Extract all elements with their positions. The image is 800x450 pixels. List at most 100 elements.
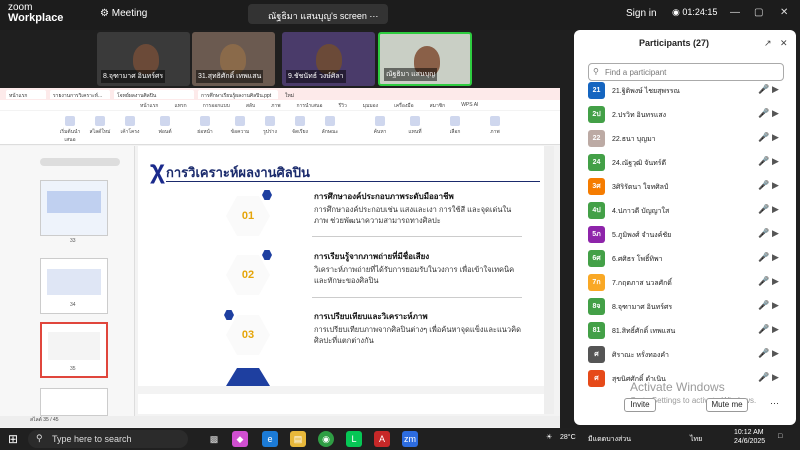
participant-row[interactable]: 3ศ 3ศิริรัตนา ใจทศิลป์ 🎤 ▶ bbox=[588, 178, 788, 198]
chrome-icon[interactable]: ◉ bbox=[318, 431, 334, 447]
mic-muted-icon[interactable]: 🎤 bbox=[758, 108, 769, 119]
mic-muted-icon[interactable]: 🎤 bbox=[758, 300, 769, 311]
menu-item[interactable]: มุมมอง bbox=[363, 102, 378, 110]
camera-icon[interactable]: ▶ bbox=[772, 300, 779, 311]
menu-item[interactable]: หน้าแรก bbox=[140, 102, 158, 110]
participant-row[interactable]: 5ภ 5.ภูมิพงศ์ จำนงค์ชัย 🎤 ▶ bbox=[588, 226, 788, 246]
invite-button[interactable]: Invite bbox=[624, 398, 656, 412]
scrollbar[interactable] bbox=[544, 146, 554, 414]
camera-icon[interactable]: ▶ bbox=[772, 228, 779, 239]
language-indicator[interactable]: ไทย bbox=[690, 434, 702, 445]
browser-tab[interactable]: โจทย์ผลงานศิลปิน bbox=[114, 90, 194, 99]
ribbon-button[interactable]: เค้าโครง bbox=[115, 116, 145, 140]
screen-share-indicator[interactable]: ณัฐธิมา แสนบุญ's screen ⋯ bbox=[248, 4, 388, 24]
windows-start-icon[interactable]: ⊞ bbox=[8, 432, 18, 446]
video-tile[interactable]: 8.จุฑามาศ อินทร์ศร bbox=[97, 32, 190, 86]
edge-icon[interactable]: e bbox=[262, 431, 278, 447]
participant-row[interactable]: 2ป 2.ปรวิท อินทรแสง 🎤 ▶ bbox=[588, 106, 788, 126]
sign-in-button[interactable]: Sign in bbox=[626, 8, 657, 19]
more-options-icon[interactable]: ⋯ bbox=[770, 398, 779, 409]
browser-tab[interactable]: รายงานการวิเคราะห์... bbox=[50, 90, 110, 99]
camera-icon[interactable]: ▶ bbox=[772, 348, 779, 359]
menu-item[interactable]: รีวิว bbox=[338, 102, 346, 110]
participant-row[interactable]: 24 24.ณัฐวุฒิ จันทร์ดี 🎤 ▶ bbox=[588, 154, 788, 174]
participant-row[interactable]: 8จ 8.จุฑามาศ อินทร์ศร 🎤 ▶ bbox=[588, 298, 788, 318]
camera-icon[interactable]: ▶ bbox=[772, 180, 779, 191]
task-view-icon[interactable]: ▩ bbox=[206, 431, 222, 447]
maximize-icon[interactable]: ▢ bbox=[754, 7, 763, 18]
menu-item[interactable]: WPS AI bbox=[461, 102, 478, 110]
weather-icon[interactable]: ☀ bbox=[546, 433, 552, 441]
popout-icon[interactable]: ↗ bbox=[764, 38, 772, 49]
clock-time[interactable]: 10:12 AM bbox=[734, 429, 764, 436]
new-tab[interactable]: ใหม่ bbox=[282, 90, 322, 99]
ribbon-button[interactable]: เลือก bbox=[440, 116, 470, 140]
pdf-icon[interactable]: A bbox=[374, 431, 390, 447]
zoom-slider[interactable] bbox=[40, 158, 120, 166]
ribbon-button[interactable]: ข้อความ bbox=[225, 116, 255, 140]
menu-item[interactable]: ภาพ bbox=[271, 102, 280, 110]
camera-icon[interactable]: ▶ bbox=[772, 156, 779, 167]
participant-search-input[interactable]: ⚲ Find a participant bbox=[588, 63, 784, 81]
ribbon-button[interactable]: ฟอนต์ bbox=[150, 116, 180, 140]
close-icon[interactable]: ✕ bbox=[780, 7, 788, 18]
mic-muted-icon[interactable]: 🎤 bbox=[758, 156, 769, 167]
copilot-icon[interactable]: ◆ bbox=[232, 431, 248, 447]
video-tile[interactable]: 31.สุทธิศักดิ์ เทพแสน bbox=[192, 32, 275, 86]
camera-icon[interactable]: ▶ bbox=[772, 204, 779, 215]
video-tile[interactable]: 9.ชัชนัทธ์ วงษ์ศิลา bbox=[282, 32, 375, 86]
mic-muted-icon[interactable]: 🎤 bbox=[758, 252, 769, 263]
mic-muted-icon[interactable]: 🎤 bbox=[758, 324, 769, 335]
notification-icon[interactable]: □ bbox=[778, 433, 782, 440]
camera-icon[interactable]: ▶ bbox=[772, 108, 779, 119]
slide-thumbnail[interactable] bbox=[40, 388, 108, 416]
participant-row[interactable]: 21 21.ฐิติพงษ์ ไชยสุพรรณ 🎤 ▶ bbox=[588, 82, 788, 102]
participant-row[interactable]: 7ก 7.กฤตภาส นวลศักดิ์ 🎤 ▶ bbox=[588, 274, 788, 294]
camera-icon[interactable]: ▶ bbox=[772, 276, 779, 287]
mic-muted-icon[interactable]: 🎤 bbox=[758, 132, 769, 143]
camera-icon[interactable]: ▶ bbox=[772, 132, 779, 143]
zoom-app-icon[interactable]: zm bbox=[402, 431, 418, 447]
ribbon-button[interactable]: แทนที่ bbox=[400, 116, 430, 140]
close-panel-icon[interactable]: ✕ bbox=[780, 38, 788, 49]
camera-icon[interactable]: ▶ bbox=[772, 324, 779, 335]
camera-icon[interactable]: ▶ bbox=[772, 372, 779, 383]
menu-item[interactable]: แทรก bbox=[174, 102, 186, 110]
participant-row[interactable]: ศ ศิราณะ หรั่งทองคำ 🎤 ▶ bbox=[588, 346, 788, 366]
menu-item[interactable]: เครื่องมือ bbox=[394, 102, 413, 110]
line-icon[interactable]: L bbox=[346, 431, 362, 447]
mic-muted-icon[interactable]: 🎤 bbox=[758, 180, 769, 191]
menu-item[interactable]: การนำเสนอ bbox=[297, 102, 323, 110]
mic-muted-icon[interactable]: 🎤 bbox=[758, 84, 769, 95]
ribbon-button[interactable]: ภาพ bbox=[480, 116, 510, 140]
ribbon-button[interactable]: ย่อหน้า bbox=[190, 116, 220, 140]
browser-tab[interactable]: หน้าแรก bbox=[6, 90, 46, 99]
file-explorer-icon[interactable]: ▤ bbox=[290, 431, 306, 447]
mute-me-button[interactable]: Mute me bbox=[706, 398, 748, 412]
ribbon-button[interactable]: เริ่มต้นนำเสนอ bbox=[55, 116, 85, 143]
menu-item[interactable]: สมาชิก bbox=[430, 102, 446, 110]
menu-item[interactable]: สลับ bbox=[246, 102, 255, 110]
slide-thumbnail[interactable] bbox=[40, 180, 108, 236]
clock-date[interactable]: 24/6/2025 bbox=[734, 438, 765, 445]
mic-muted-icon[interactable]: 🎤 bbox=[758, 276, 769, 287]
browser-tab-active[interactable]: การศึกษาเรียนรู้ผลงานศิลปิน.ppt bbox=[198, 90, 278, 99]
mic-muted-icon[interactable]: 🎤 bbox=[758, 204, 769, 215]
ribbon-button[interactable]: ลักษณะ bbox=[315, 116, 345, 140]
camera-icon[interactable]: ▶ bbox=[772, 84, 779, 95]
meeting-tab[interactable]: ⚙ Meeting bbox=[100, 8, 147, 19]
mic-muted-icon[interactable]: 🎤 bbox=[758, 228, 769, 239]
participant-row[interactable]: 4ป 4.ปภาวดี บัญญาใส 🎤 ▶ bbox=[588, 202, 788, 222]
mic-muted-icon[interactable]: 🎤 bbox=[758, 372, 769, 383]
ribbon-button[interactable]: ค้นหา bbox=[365, 116, 395, 140]
participant-row[interactable]: 81 81.สิทธิ์ศักดิ์ เทพแสน 🎤 ▶ bbox=[588, 322, 788, 342]
mic-muted-icon[interactable]: 🎤 bbox=[758, 348, 769, 359]
taskbar-search[interactable]: ⚲ Type here to search bbox=[28, 430, 188, 448]
ribbon-button[interactable]: รูปร่าง bbox=[255, 116, 285, 140]
ribbon-button[interactable]: จัดเรียง bbox=[285, 116, 315, 140]
menu-item[interactable]: การออกแบบ bbox=[203, 102, 230, 110]
minimize-icon[interactable]: — bbox=[730, 7, 740, 18]
video-tile-active-speaker[interactable]: ณัฐธิมา แสนบุญ bbox=[378, 32, 472, 86]
participant-row[interactable]: 22 22.ธนา บุญมา 🎤 ▶ bbox=[588, 130, 788, 150]
more-icon[interactable]: ⋯ bbox=[369, 11, 378, 21]
